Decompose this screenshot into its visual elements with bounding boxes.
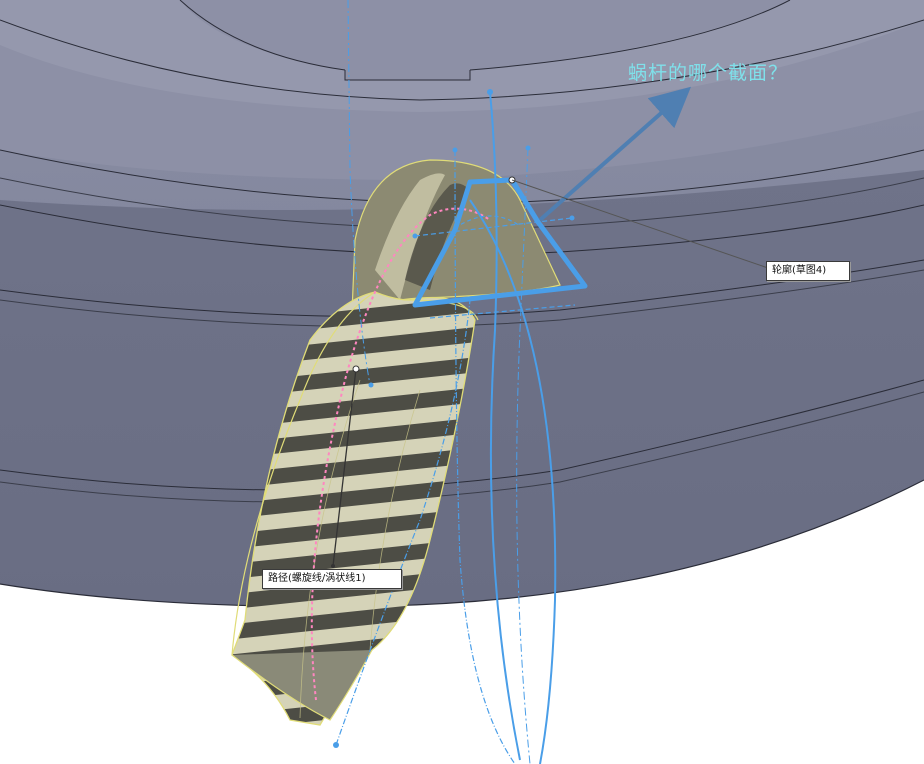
profile-callout[interactable]: 轮廓(草图4) — [766, 261, 850, 281]
question-annotation: 蜗杆的哪个截面？ — [628, 62, 789, 84]
worm-wheel-body[interactable] — [0, 0, 924, 608]
model-scene[interactable] — [0, 0, 924, 764]
path-callout[interactable]: 路径(螺旋线/涡状线1) — [262, 569, 402, 589]
cad-viewport[interactable]: 蜗杆的哪个截面？ 轮廓(草图4) 路径(螺旋线/涡状线1) — [0, 0, 924, 764]
